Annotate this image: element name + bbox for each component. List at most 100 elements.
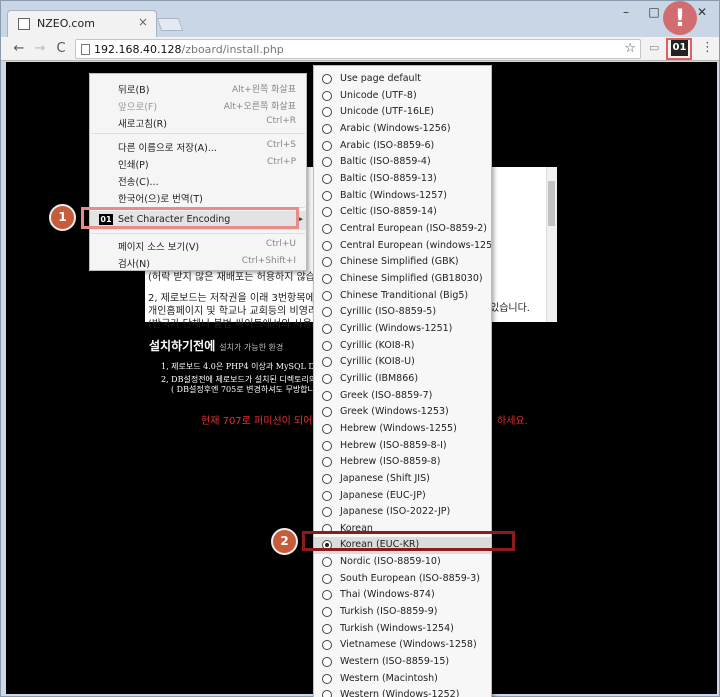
encoding-option[interactable]: Baltic (ISO-8859-13) [314,171,491,188]
alert-icon: ! [663,1,697,35]
encoding-option[interactable]: Use page default [314,71,491,88]
encoding-option[interactable]: Vietnamese (Windows-1258) [314,637,491,654]
encoding-option[interactable]: Unicode (UTF-16LE) [314,104,491,121]
license-line: (허락 받지 않은 재배포는 허용하지 않습 [148,272,315,283]
encoding-option-label: Cyrillic (KOI8-R) [340,339,415,351]
radio-icon [322,207,332,218]
encoding-option-label: Chinese Simplified (GBK) [340,256,459,268]
section-title: 설치하기전에 설치가 가능한 환경 [149,339,284,353]
encoding-option[interactable]: Japanese (EUC-JP) [314,488,491,505]
encoding-option-label: Greek (Windows-1253) [340,406,449,418]
section-subtitle: 설치가 가능한 환경 [219,343,284,352]
encoding-option[interactable]: Celtic (ISO-8859-14) [314,204,491,221]
encoding-option[interactable]: Turkish (Windows-1254) [314,621,491,638]
tab-close-icon[interactable]: × [138,15,148,29]
menu-item-inspect[interactable]: 검사(N) Ctrl+Shift+I [90,254,306,271]
chrome-menu-icon[interactable]: ⋮ [701,40,714,55]
radio-icon [322,107,332,118]
encoding-option[interactable]: Greek (ISO-8859-7) [314,388,491,405]
encoding-option-label: Hebrew (ISO-8859-8-I) [340,439,447,451]
radio-icon [322,223,332,234]
encoding-option[interactable]: Hebrew (ISO-8859-8-I) [314,438,491,455]
highlight-box-step-1 [81,207,299,229]
menu-item-forward[interactable]: 앞으로(F) Alt+오른쪽 화살표 [90,97,306,114]
menu-item-reload[interactable]: 새로고침(R) Ctrl+R [90,114,306,131]
encoding-option[interactable]: South European (ISO-8859-3) [314,571,491,588]
radio-icon [322,307,332,318]
encoding-option-label: Cyrillic (IBM866) [340,372,419,384]
license-line: 개인홈페이지 및 학교나 교회등의 비영리 [148,306,318,317]
encoding-option-label: Cyrillic (Windows-1251) [340,322,453,334]
encoding-option[interactable]: Turkish (ISO-8859-9) [314,604,491,621]
title-bar: NZEO.com × – □ ✕ [1,1,719,37]
encoding-option-label: Japanese (ISO-2022-JP) [340,506,451,518]
encoding-option[interactable]: Western (Macintosh) [314,671,491,688]
radio-icon [322,573,332,584]
menu-item-save-as[interactable]: 다른 이름으로 저장(A)... Ctrl+S [90,138,306,155]
menu-item-view-source[interactable]: 페이지 소스 보기(V) Ctrl+U [90,237,306,254]
encoding-option-label: Use page default [340,73,421,84]
encoding-option-label: Arabic (ISO-8859-6) [340,139,435,151]
reload-icon[interactable]: C [53,41,69,56]
encoding-option[interactable]: Western (ISO-8859-15) [314,654,491,671]
encoding-option-label: Turkish (Windows-1254) [340,622,454,634]
encoding-option[interactable]: Chinese Simplified (GB18030) [314,271,491,288]
radio-icon [322,473,332,484]
encoding-option-label: Unicode (UTF-16LE) [340,106,434,118]
highlight-box-step-2 [302,531,515,551]
encoding-option[interactable]: Chinese Tranditional (Big5) [314,288,491,305]
page-info-icon[interactable] [81,44,90,55]
encoding-option-label: Western (Macintosh) [340,672,438,684]
encoding-option-label: Cyrillic (ISO-8859-5) [340,306,437,318]
license-scrollbar[interactable] [546,167,557,322]
radio-icon [322,240,332,251]
address-bar[interactable]: 192.168.40.128/zboard/install.php ☆ [75,39,641,59]
encoding-option[interactable]: Unicode (UTF-8) [314,88,491,105]
forward-icon[interactable]: → [32,41,48,56]
radio-icon [322,173,332,184]
radio-icon [322,623,332,634]
encoding-option[interactable]: Cyrillic (KOI8-R) [314,338,491,355]
encoding-option[interactable]: Hebrew (Windows-1255) [314,421,491,438]
encoding-option[interactable]: Hebrew (ISO-8859-8) [314,454,491,471]
browser-window: NZEO.com × – □ ✕ ! ← → C 192.168.40.128/… [0,0,720,697]
cast-icon[interactable]: ▭ [649,41,659,54]
step-1-badge: 1 [49,204,76,231]
encoding-option[interactable]: Baltic (ISO-8859-4) [314,154,491,171]
menu-item-cast[interactable]: 전송(C)... [90,172,306,189]
back-icon[interactable]: ← [11,41,27,56]
menu-item-translate[interactable]: 한국어(으)로 번역(T) [90,189,306,206]
encoding-option[interactable]: Central European (ISO-8859-2) [314,221,491,238]
radio-icon [322,690,332,697]
menu-item-print[interactable]: 인쇄(P) Ctrl+P [90,155,306,172]
encoding-option[interactable]: Cyrillic (Windows-1251) [314,321,491,338]
encoding-option-label: Western (ISO-8859-15) [340,656,450,668]
menu-item-back[interactable]: 뒤로(B) Alt+왼쪽 화살표 [90,80,306,97]
browser-tab[interactable]: NZEO.com × [7,10,157,37]
encoding-option[interactable]: Chinese Simplified (GBK) [314,254,491,271]
encoding-option[interactable]: Cyrillic (ISO-8859-5) [314,304,491,321]
encoding-option[interactable]: Cyrillic (IBM866) [314,371,491,388]
radio-icon [322,407,332,418]
radio-icon [322,673,332,684]
new-tab-button[interactable] [156,18,184,31]
radio-icon [322,390,332,401]
encoding-option-label: South European (ISO-8859-3) [340,572,480,584]
encoding-option[interactable]: Western (Windows-1252) [314,687,491,697]
radio-icon [322,490,332,501]
encoding-option[interactable]: Greek (Windows-1253) [314,404,491,421]
encoding-option[interactable]: Nordic (ISO-8859-10) [314,554,491,571]
encoding-option[interactable]: Central European (windows-1250) [314,238,491,255]
encoding-option[interactable]: Cyrillic (KOI8-U) [314,354,491,371]
encoding-option[interactable]: Japanese (ISO-2022-JP) [314,504,491,521]
radio-icon [322,157,332,168]
encoding-option[interactable]: Baltic (Windows-1257) [314,188,491,205]
encoding-option[interactable]: Arabic (ISO-8859-6) [314,138,491,155]
license-line: (반국가 단체나 불법 싸이트에서의 사용은 [148,319,322,330]
encoding-option[interactable]: Thai (Windows-874) [314,587,491,604]
encoding-option[interactable]: Japanese (Shift JIS) [314,471,491,488]
radio-icon [322,590,332,601]
bookmark-star-icon[interactable]: ☆ [624,41,636,56]
encoding-option[interactable]: Arabic (Windows-1256) [314,121,491,138]
minimize-button[interactable]: – [613,5,639,19]
